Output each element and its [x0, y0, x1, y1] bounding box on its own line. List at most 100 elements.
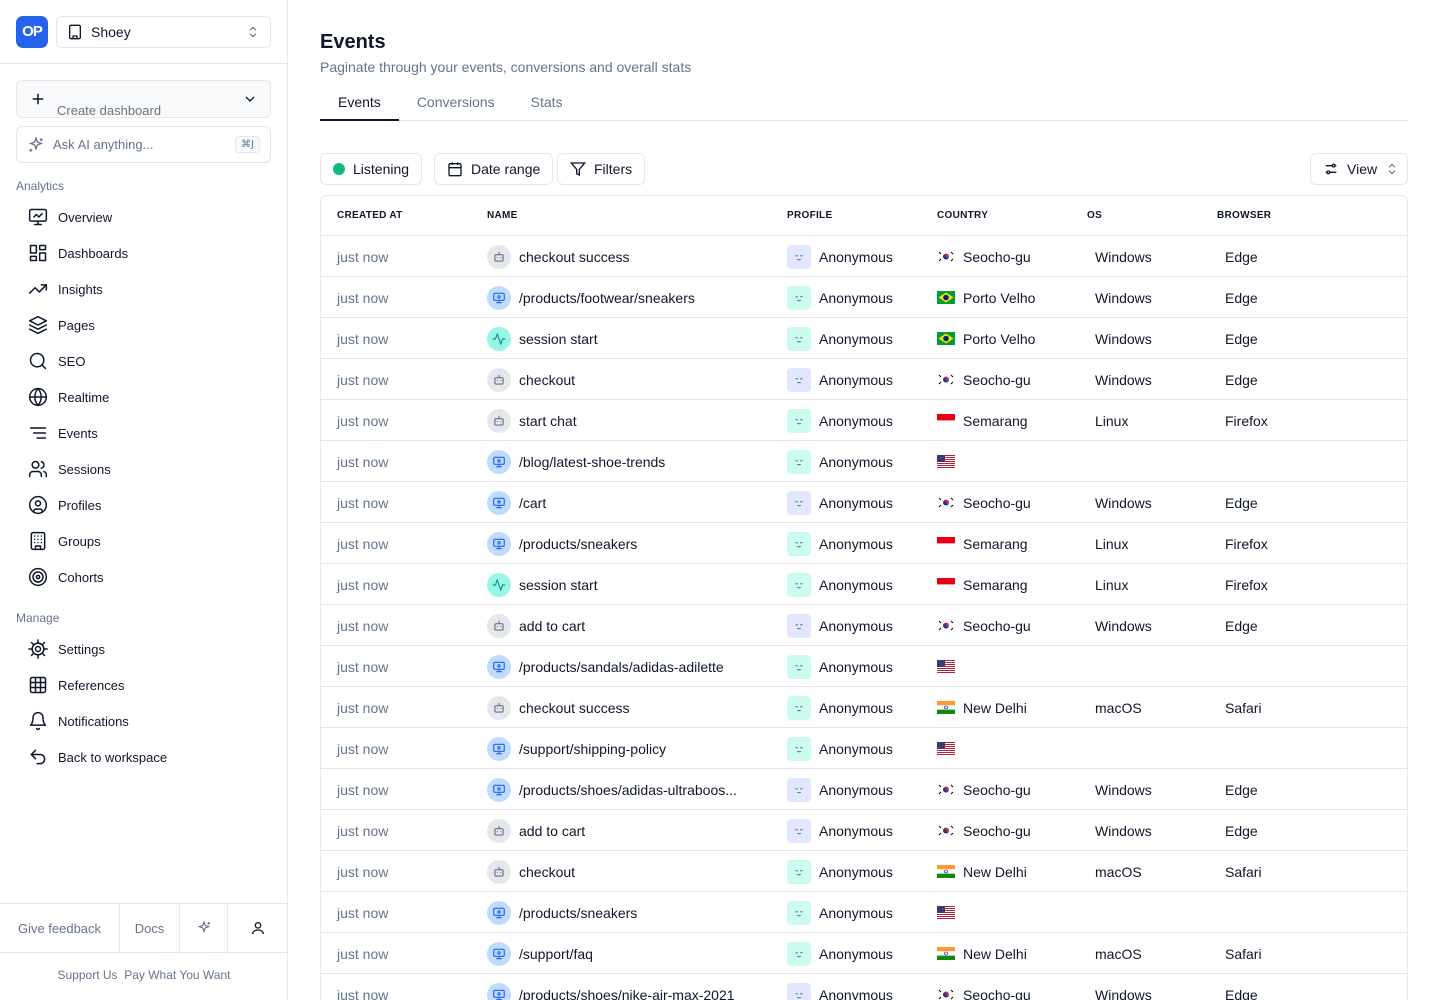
table-row[interactable]: just now/cart Anonymous Seocho-gu Windows Ed… — [321, 482, 1407, 523]
table-row[interactable]: just now/support/shipping-policy Anonymou… — [321, 728, 1407, 769]
table-row[interactable]: just now/support/faq Anonymous New Delhi ma… — [321, 933, 1407, 974]
name-cell[interactable]: /products/shoes/adidas-ultraboos... — [487, 769, 737, 810]
table-row[interactable]: just now checkout success Anonymous New Del… — [321, 687, 1407, 728]
table-row[interactable]: just now/blog/latest-shoe-trends Anonymou… — [321, 441, 1407, 482]
tab-stats[interactable]: Stats — [513, 84, 581, 120]
column-browser[interactable]: BROWSER — [1217, 210, 1271, 221]
profile-cell[interactable]: Anonymous — [787, 810, 893, 851]
profile-cell[interactable]: Anonymous — [787, 277, 893, 318]
table-row[interactable]: just now/products/sandals/adidas-adilett… — [321, 646, 1407, 687]
filters-button[interactable]: Filters — [557, 153, 646, 185]
table-row[interactable]: just now start chat Anonymous Semarang Linux… — [321, 400, 1407, 441]
name-cell[interactable]: /products/sandals/adidas-adilette — [487, 646, 724, 687]
sidebar-item-realtime[interactable]: Realtime — [16, 379, 272, 415]
sidebar-item-notifications[interactable]: Notifications — [16, 703, 272, 739]
avatar — [787, 613, 811, 638]
ask-ai-input[interactable]: Ask AI anything... ⌘J — [16, 126, 271, 163]
table-row[interactable]: just now/products/sneakers Anonymous — [321, 892, 1407, 933]
robot-icon — [487, 818, 511, 843]
profile-cell[interactable]: Anonymous — [787, 523, 893, 564]
name-cell[interactable]: /cart — [487, 482, 546, 523]
name-cell[interactable]: start chat — [487, 400, 577, 441]
name-cell[interactable]: add to cart — [487, 605, 585, 646]
name-cell[interactable]: /blog/latest-shoe-trends — [487, 441, 665, 482]
name-cell[interactable]: checkout — [487, 851, 575, 892]
user-circle-icon — [28, 495, 48, 515]
column-name[interactable]: NAME — [487, 210, 518, 221]
table-row[interactable]: just now/products/sneakers Anonymous Semar… — [321, 523, 1407, 564]
sidebar-item-cohorts[interactable]: Cohorts — [16, 559, 272, 595]
table-row[interactable]: just now add to cart Anonymous Seocho-gu Win… — [321, 605, 1407, 646]
profile-cell[interactable]: Anonymous — [787, 318, 893, 359]
docs-button[interactable]: Docs — [120, 904, 180, 952]
profile-cell[interactable]: Anonymous — [787, 933, 893, 974]
sidebar-item-sessions[interactable]: Sessions — [16, 451, 272, 487]
tab-conversions[interactable]: Conversions — [399, 84, 513, 120]
profile-cell[interactable]: Anonymous — [787, 482, 893, 523]
column-country[interactable]: COUNTRY — [937, 210, 988, 221]
sidebar-item-overview[interactable]: Overview — [16, 199, 272, 235]
pay-what-you-want-link[interactable]: Pay What You Want — [124, 968, 230, 982]
name-cell[interactable]: session start — [487, 318, 598, 359]
table-row[interactable]: just now/products/footwear/sneakers Anony… — [321, 277, 1407, 318]
name-cell[interactable]: /products/shoes/nike-air-max-2021 — [487, 974, 735, 1000]
name-cell[interactable]: session start — [487, 564, 598, 605]
create-dashboard-button[interactable]: Create dashboard — [16, 80, 271, 118]
table-row[interactable]: just now checkout Anonymous Seocho-gu Window… — [321, 359, 1407, 400]
sidebar-item-events[interactable]: Events — [16, 415, 272, 451]
name-cell[interactable]: checkout success — [487, 687, 630, 728]
tab-events[interactable]: Events — [320, 84, 399, 121]
name-cell[interactable]: /products/sneakers — [487, 892, 637, 933]
sidebar-item-dashboards[interactable]: Dashboards — [16, 235, 272, 271]
profile-cell[interactable]: Anonymous — [787, 769, 893, 810]
table-row[interactable]: just now/products/shoes/adidas-ultraboos… — [321, 769, 1407, 810]
column-profile[interactable]: PROFILE — [787, 210, 832, 221]
table-row[interactable]: just now session start Anonymous Semarang Li… — [321, 564, 1407, 605]
app-logo[interactable]: OP — [16, 15, 48, 48]
support-us-link[interactable]: Support Us — [58, 968, 118, 982]
sidebar-item-settings[interactable]: Settings — [16, 631, 272, 667]
account-button[interactable] — [228, 904, 288, 952]
table-row[interactable]: just now session start Anonymous Porto Velh… — [321, 318, 1407, 359]
profile-cell[interactable]: Anonymous — [787, 892, 893, 933]
name-cell[interactable]: add to cart — [487, 810, 585, 851]
name-cell[interactable]: /support/faq — [487, 933, 593, 974]
column-created-at[interactable]: CREATED AT — [337, 210, 403, 221]
profile-cell[interactable]: Anonymous — [787, 687, 893, 728]
table-row[interactable]: just now add to cart Anonymous Seocho-gu Win… — [321, 810, 1407, 851]
name-cell[interactable]: checkout success — [487, 236, 630, 277]
give-feedback-button[interactable]: Give feedback — [0, 904, 120, 952]
sidebar-item-seo[interactable]: SEO — [16, 343, 272, 379]
sidebar-item-references[interactable]: References — [16, 667, 272, 703]
name-cell[interactable]: /products/footwear/sneakers — [487, 277, 695, 318]
table-row[interactable]: just now checkout success Anonymous Seocho-… — [321, 236, 1407, 277]
project-selector[interactable]: Shoey — [56, 15, 271, 48]
country-cell: Porto Velho — [937, 318, 1035, 359]
profile-cell[interactable]: Anonymous — [787, 236, 893, 277]
listening-button[interactable]: Listening — [320, 153, 423, 185]
sidebar-item-groups[interactable]: Groups — [16, 523, 272, 559]
table-row[interactable]: just now checkout Anonymous New Delhi macOS S… — [321, 851, 1407, 892]
sidebar-item-pages[interactable]: Pages — [16, 307, 272, 343]
profile-cell[interactable]: Anonymous — [787, 851, 893, 892]
ai-button[interactable] — [180, 904, 228, 952]
name-cell[interactable]: /support/shipping-policy — [487, 728, 666, 769]
profile-cell[interactable]: Anonymous — [787, 605, 893, 646]
profile-cell[interactable]: Anonymous — [787, 441, 893, 482]
view-button[interactable]: View — [1310, 153, 1408, 185]
profile-name: Anonymous — [819, 248, 893, 265]
column-os[interactable]: OS — [1087, 210, 1102, 221]
profile-cell[interactable]: Anonymous — [787, 400, 893, 441]
profile-cell[interactable]: Anonymous — [787, 728, 893, 769]
sidebar-item-back-to-workspace[interactable]: Back to workspace — [16, 739, 272, 775]
sidebar-item-insights[interactable]: Insights — [16, 271, 272, 307]
name-cell[interactable]: /products/sneakers — [487, 523, 637, 564]
profile-cell[interactable]: Anonymous — [787, 974, 893, 1000]
profile-cell[interactable]: Anonymous — [787, 359, 893, 400]
name-cell[interactable]: checkout — [487, 359, 575, 400]
sidebar-item-profiles[interactable]: Profiles — [16, 487, 272, 523]
profile-cell[interactable]: Anonymous — [787, 564, 893, 605]
profile-cell[interactable]: Anonymous — [787, 646, 893, 687]
date-range-button[interactable]: Date range — [434, 153, 554, 185]
table-row[interactable]: just now/products/shoes/nike-air-max-202… — [321, 974, 1407, 1000]
